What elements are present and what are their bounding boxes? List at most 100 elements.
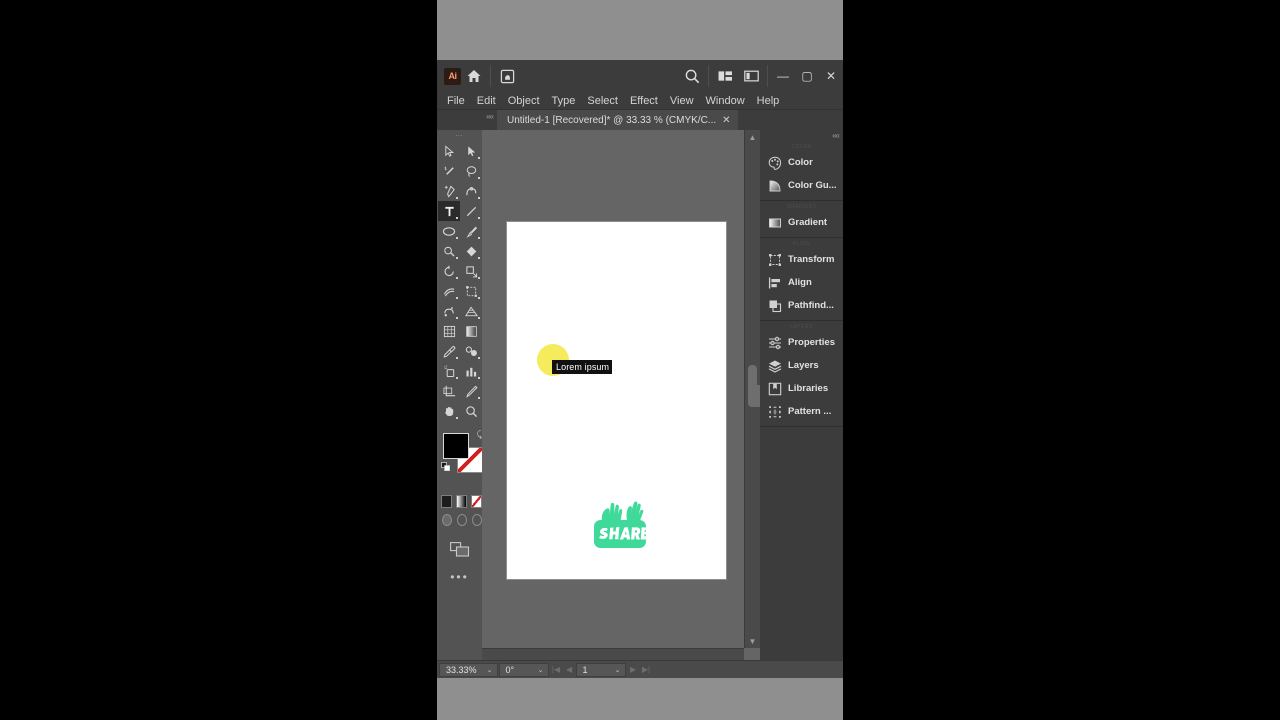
default-fill-stroke-icon[interactable] bbox=[441, 462, 450, 471]
panel-item-label: Layers bbox=[788, 360, 819, 371]
tool-group-indicator bbox=[478, 157, 480, 159]
pen-tool[interactable] bbox=[438, 181, 460, 201]
rotate-tool[interactable] bbox=[438, 261, 460, 281]
scroll-down-icon[interactable]: ▼ bbox=[745, 634, 760, 648]
screen-mode-button[interactable] bbox=[450, 542, 482, 560]
panel-item-color[interactable]: Color bbox=[760, 151, 843, 174]
menu-view[interactable]: View bbox=[664, 92, 700, 110]
free-transform-tool[interactable] bbox=[460, 281, 482, 301]
mesh-tool[interactable] bbox=[438, 321, 460, 341]
close-button[interactable]: ✕ bbox=[819, 63, 843, 89]
lasso-tool[interactable] bbox=[460, 161, 482, 181]
minimize-button[interactable]: — bbox=[771, 63, 795, 89]
artboard-navigation: |◀ ◀ bbox=[550, 665, 576, 674]
panel-item-label: Properties bbox=[788, 337, 835, 348]
flat-color-button[interactable] bbox=[441, 495, 452, 508]
shaper-tool[interactable] bbox=[438, 241, 460, 261]
panel-item-libraries[interactable]: Libraries bbox=[760, 377, 843, 400]
panel-item-pathfinder[interactable]: Pathfind... bbox=[760, 294, 843, 317]
column-graph-tool[interactable] bbox=[460, 361, 482, 381]
first-artboard-button[interactable]: |◀ bbox=[550, 665, 563, 674]
perspective-grid-tool[interactable] bbox=[460, 301, 482, 321]
ellipse-tool[interactable] bbox=[438, 221, 460, 241]
eyedropper-tool[interactable] bbox=[438, 341, 460, 361]
collapse-panel-icon[interactable]: «« bbox=[486, 110, 497, 121]
shape-builder-tool[interactable] bbox=[438, 301, 460, 321]
stock-icon[interactable] bbox=[494, 63, 520, 89]
zoom-tool[interactable] bbox=[460, 401, 482, 421]
panel-group-align: ALIGN Transform Align Pathfind... bbox=[760, 238, 843, 321]
zoom-level-field[interactable]: 33.33% ⌄ bbox=[439, 662, 498, 677]
gradient-button[interactable] bbox=[456, 495, 467, 508]
panel-item-label: Color Gu... bbox=[788, 180, 837, 191]
panel-item-properties[interactable]: Properties bbox=[760, 331, 843, 354]
tools-panel-grip[interactable]: ⋯ bbox=[437, 130, 482, 141]
close-icon[interactable]: ✕ bbox=[722, 115, 730, 126]
menu-object[interactable]: Object bbox=[502, 92, 546, 110]
slice-tool[interactable] bbox=[460, 381, 482, 401]
type-tool[interactable] bbox=[438, 201, 460, 221]
panel-group-title: LAYERS bbox=[790, 324, 813, 330]
chevron-down-icon[interactable]: ⌄ bbox=[483, 666, 497, 674]
previous-artboard-button[interactable]: ◀ bbox=[563, 665, 576, 674]
hand-tool[interactable] bbox=[438, 401, 460, 421]
none-button[interactable] bbox=[471, 495, 482, 508]
scale-tool[interactable] bbox=[460, 261, 482, 281]
last-artboard-button[interactable]: ▶| bbox=[640, 665, 653, 674]
search-icon[interactable] bbox=[679, 63, 705, 89]
chevron-down-icon[interactable]: ⌄ bbox=[534, 666, 548, 674]
draw-normal-button[interactable] bbox=[442, 514, 452, 526]
panel-item-gradient[interactable]: Gradient bbox=[760, 211, 843, 234]
arrange-documents-icon[interactable] bbox=[712, 63, 738, 89]
artboard-number-value: 1 bbox=[582, 664, 588, 675]
chevron-down-icon[interactable]: ⌄ bbox=[611, 666, 625, 674]
edit-toolbar-button[interactable]: ••• bbox=[437, 570, 482, 584]
menu-help[interactable]: Help bbox=[751, 92, 786, 110]
panel-item-align[interactable]: Align bbox=[760, 271, 843, 294]
rotation-field[interactable]: 0° ⌄ bbox=[498, 662, 549, 677]
expand-panels-icon[interactable]: «« bbox=[760, 130, 843, 141]
magic-wand-tool[interactable] bbox=[438, 161, 460, 181]
panel-item-pattern-options[interactable]: Pattern ... bbox=[760, 400, 843, 423]
home-icon[interactable] bbox=[461, 63, 487, 89]
fill-swatch[interactable] bbox=[443, 433, 469, 459]
menu-edit[interactable]: Edit bbox=[471, 92, 502, 110]
paintbrush-tool[interactable] bbox=[460, 221, 482, 241]
draw-inside-button[interactable] bbox=[472, 514, 482, 526]
panel-item-label: Gradient bbox=[788, 217, 828, 228]
panel-item-layers[interactable]: Layers bbox=[760, 354, 843, 377]
draw-behind-button[interactable] bbox=[457, 514, 467, 526]
artboard-number-field[interactable]: 1 ⌄ bbox=[575, 662, 626, 677]
symbol-sprayer-tool[interactable] bbox=[438, 361, 460, 381]
lorem-ipsum-text-object[interactable]: Lorem ipsum bbox=[552, 360, 613, 374]
title-bar: Ai — ▢ ✕ bbox=[437, 60, 843, 92]
artboard-tool[interactable] bbox=[438, 381, 460, 401]
panel-item-color-guide[interactable]: Color Gu... bbox=[760, 174, 843, 197]
blend-tool[interactable] bbox=[460, 341, 482, 361]
share-logo[interactable] bbox=[589, 494, 651, 552]
next-artboard-button[interactable]: ▶ bbox=[627, 665, 640, 674]
menu-effect[interactable]: Effect bbox=[624, 92, 664, 110]
workspace-switcher-icon[interactable] bbox=[738, 63, 764, 89]
eraser-tool[interactable] bbox=[460, 241, 482, 261]
gradient-tool[interactable] bbox=[460, 321, 482, 341]
panel-item-transform[interactable]: Transform bbox=[760, 248, 843, 271]
scroll-up-icon[interactable]: ▲ bbox=[745, 130, 760, 144]
menu-file[interactable]: File bbox=[441, 92, 471, 110]
curvature-tool[interactable] bbox=[460, 181, 482, 201]
tool-group-indicator bbox=[478, 217, 480, 219]
width-tool[interactable] bbox=[438, 281, 460, 301]
maximize-button[interactable]: ▢ bbox=[795, 63, 819, 89]
line-segment-tool[interactable] bbox=[460, 201, 482, 221]
artboard[interactable]: I Lorem ipsum bbox=[507, 222, 726, 579]
horizontal-scrollbar[interactable] bbox=[482, 648, 744, 660]
document-tab[interactable]: Untitled-1 [Recovered]* @ 33.33 % (CMYK/… bbox=[497, 110, 738, 130]
menu-window[interactable]: Window bbox=[700, 92, 751, 110]
selection-tool[interactable] bbox=[438, 141, 460, 161]
tool-group-indicator bbox=[456, 297, 458, 299]
direct-selection-tool[interactable] bbox=[460, 141, 482, 161]
canvas-viewport[interactable]: I Lorem ipsum bbox=[482, 130, 744, 648]
menu-type[interactable]: Type bbox=[546, 92, 582, 110]
menu-select[interactable]: Select bbox=[581, 92, 624, 110]
toolbar-separator-2 bbox=[708, 65, 709, 87]
